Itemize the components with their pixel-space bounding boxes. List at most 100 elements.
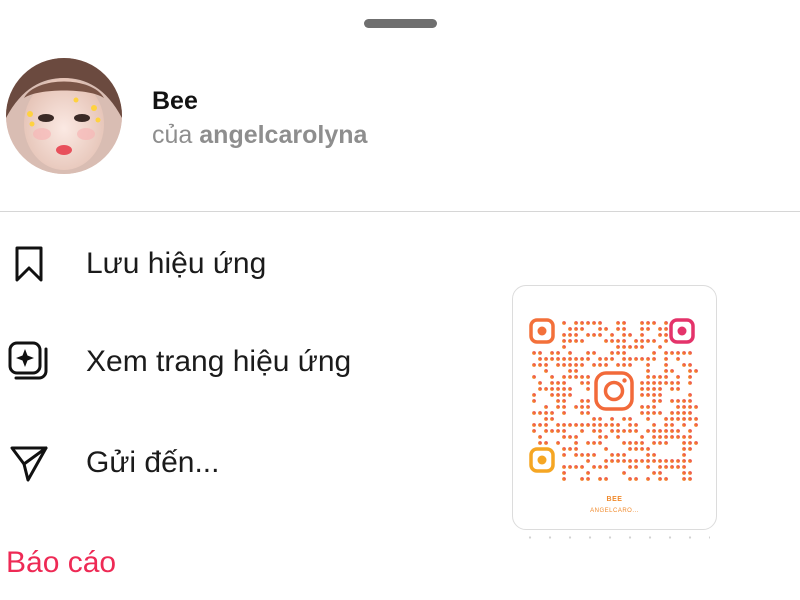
qr-module: [658, 381, 662, 385]
qr-module: [568, 339, 572, 343]
qr-module: [592, 453, 596, 457]
qr-module: [694, 369, 698, 373]
qr-module: [610, 453, 614, 457]
qr-module: [568, 363, 572, 367]
qr-module: [640, 393, 644, 397]
qr-module: [676, 429, 680, 433]
qr-module: [580, 429, 584, 433]
qr-module: [568, 357, 572, 361]
qr-module: [694, 423, 698, 427]
qr-module: [688, 393, 692, 397]
qr-module: [610, 417, 614, 421]
qr-module: [568, 393, 572, 397]
qr-author-subtitle: ANGELCARO...: [590, 508, 639, 514]
qr-module: [670, 369, 674, 373]
qr-module: [670, 435, 674, 439]
view-effect-page-button[interactable]: Xem trang hiệu ứng: [0, 322, 470, 402]
qr-module: [688, 363, 692, 367]
qr-module: [646, 363, 650, 367]
qr-module: [670, 423, 674, 427]
qr-module: [646, 339, 650, 343]
author-name[interactable]: angelcarolyna: [199, 121, 367, 149]
qr-module: [556, 423, 560, 427]
qr-module: [580, 363, 584, 367]
qr-module: [676, 465, 680, 469]
qr-module: [586, 399, 590, 403]
qr-module: [586, 381, 590, 385]
qr-module: [532, 375, 536, 379]
qr-module: [586, 351, 590, 355]
qr-module: [598, 333, 602, 337]
qr-module: [592, 423, 596, 427]
qr-module: [562, 405, 566, 409]
qr-module: [562, 471, 566, 475]
qr-module: [622, 357, 626, 361]
qr-module: [544, 429, 548, 433]
qr-module: [568, 447, 572, 451]
qr-module: [556, 381, 560, 385]
effect-name: Bee: [152, 87, 198, 115]
save-effect-label: Lưu hiệu ứng: [86, 247, 267, 280]
qr-module: [646, 417, 650, 421]
qr-module: [676, 399, 680, 403]
qr-module: [562, 423, 566, 427]
qr-module: [628, 345, 632, 349]
qr-module: [568, 375, 572, 379]
qr-code-card[interactable]: BEE ANGELCARO...: [512, 285, 717, 530]
qr-module: [616, 351, 620, 355]
qr-module: [544, 387, 548, 391]
qr-module: [652, 423, 656, 427]
qr-module: [646, 381, 650, 385]
report-button[interactable]: Báo cáo: [6, 545, 116, 581]
qr-module: [628, 357, 632, 361]
qr-module: [562, 399, 566, 403]
qr-module: [688, 399, 692, 403]
qr-module: [574, 369, 578, 373]
qr-module: [562, 447, 566, 451]
qr-module: [646, 393, 650, 397]
qr-module: [670, 399, 674, 403]
qr-module: [670, 387, 674, 391]
send-to-label: Gửi đến...: [86, 446, 220, 479]
drag-handle[interactable]: [364, 19, 437, 28]
effect-avatar[interactable]: [6, 58, 122, 174]
save-effect-button[interactable]: Lưu hiệu ứng: [0, 224, 470, 304]
qr-module: [574, 321, 578, 325]
qr-module: [676, 375, 680, 379]
qr-module: [574, 363, 578, 367]
qr-module: [628, 459, 632, 463]
qr-module: [538, 441, 542, 445]
qr-module: [622, 339, 626, 343]
qr-module: [562, 381, 566, 385]
qr-module: [616, 321, 620, 325]
qr-module: [658, 435, 662, 439]
qr-module: [652, 459, 656, 463]
qr-module: [574, 453, 578, 457]
qr-module: [640, 345, 644, 349]
qr-module: [640, 459, 644, 463]
qr-module: [664, 429, 668, 433]
qr-module: [694, 417, 698, 421]
qr-module: [586, 471, 590, 475]
qr-module: [688, 447, 692, 451]
qr-module: [592, 363, 596, 367]
qr-module: [688, 441, 692, 445]
qr-module: [664, 435, 668, 439]
qr-module: [586, 477, 590, 481]
qr-module: [664, 465, 668, 469]
qr-module: [544, 405, 548, 409]
send-to-button[interactable]: Gửi đến...: [0, 423, 470, 503]
qr-module: [646, 477, 650, 481]
qr-module: [688, 417, 692, 421]
qr-module: [634, 423, 638, 427]
qr-module: [634, 441, 638, 445]
qr-module: [556, 441, 560, 445]
qr-module: [640, 333, 644, 337]
qr-module: [640, 339, 644, 343]
qr-module: [550, 357, 554, 361]
qr-module: [592, 429, 596, 433]
qr-module: [538, 357, 542, 361]
qr-module: [652, 435, 656, 439]
qr-module: [586, 441, 590, 445]
qr-module: [646, 327, 650, 331]
